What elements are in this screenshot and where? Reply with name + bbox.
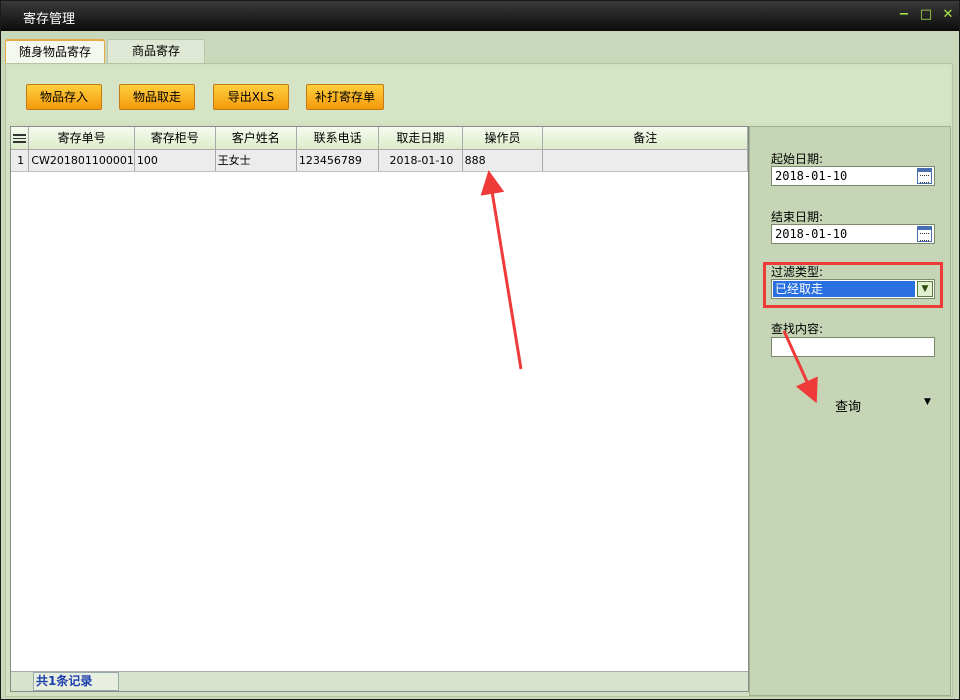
calendar-icon[interactable] — [917, 168, 932, 184]
row-selector-header[interactable] — [11, 127, 30, 150]
cell-customer-name: 王女士 — [215, 149, 297, 172]
column-header[interactable]: 备注 — [542, 127, 748, 150]
end-date-label: 结束日期: — [771, 210, 824, 224]
status-bar: 共1条记录 — [11, 671, 748, 691]
end-date-field[interactable]: 2018-01-10 — [771, 224, 935, 244]
cell-remark — [542, 149, 748, 172]
reprint-receipt-button[interactable]: 补打寄存单 — [306, 84, 384, 110]
column-header[interactable]: 联系电话 — [296, 127, 380, 150]
main-panel: 物品存入 物品取走 导出XLS 补打寄存单 寄存单号 寄存柜号 客户姓名 联系电… — [5, 63, 953, 697]
records-grid: 寄存单号 寄存柜号 客户姓名 联系电话 取走日期 操作员 备注 1 CW2018… — [10, 126, 749, 692]
start-date-field[interactable]: 2018-01-10 — [771, 166, 935, 186]
search-label: 查找内容: — [771, 322, 824, 336]
cell-retrieve-date: 2018-01-10 — [378, 149, 463, 172]
tab-bar: 随身物品寄存 商品寄存 — [5, 39, 953, 63]
cell-operator: 888 — [462, 149, 544, 172]
list-icon — [13, 133, 27, 143]
table-header-row: 寄存单号 寄存柜号 客户姓名 联系电话 取走日期 操作员 备注 — [11, 127, 748, 150]
end-date-value: 2018-01-10 — [775, 227, 848, 241]
column-header[interactable]: 寄存柜号 — [134, 127, 216, 150]
caret-down-icon: ▼ — [924, 397, 931, 407]
start-date-label: 起始日期: — [771, 152, 824, 166]
records-table: 寄存单号 寄存柜号 客户姓名 联系电话 取走日期 操作员 备注 1 CW2018… — [11, 127, 748, 172]
search-input[interactable] — [771, 337, 935, 357]
cell-receipt-no: CW201801100001 — [28, 149, 135, 172]
column-header[interactable]: 客户姓名 — [215, 127, 297, 150]
window: 寄存管理 − □ ✕ 随身物品寄存 商品寄存 物品存入 物品取走 导出XLS 补… — [0, 0, 960, 700]
table-row[interactable]: 1 CW201801100001 100 王女士 123456789 2018-… — [11, 149, 748, 172]
window-title: 寄存管理 — [23, 12, 76, 27]
minimize-icon[interactable]: − — [897, 8, 911, 22]
cell-locker-no: 100 — [134, 149, 216, 172]
calendar-icon[interactable] — [917, 226, 932, 242]
query-label: 查询 — [835, 400, 862, 415]
maximize-icon[interactable]: □ — [919, 8, 933, 22]
column-header[interactable]: 取走日期 — [378, 127, 463, 150]
query-button[interactable]: 查询 ▼ — [790, 393, 940, 417]
tab-goods[interactable]: 商品寄存 — [107, 39, 205, 63]
retrieve-item-button[interactable]: 物品取走 — [119, 84, 195, 110]
column-header[interactable]: 操作员 — [462, 127, 544, 150]
highlight-box — [763, 262, 943, 308]
row-index: 1 — [11, 149, 30, 172]
toolbar: 物品存入 物品取走 导出XLS 补打寄存单 — [8, 66, 950, 122]
title-bar: 寄存管理 − □ ✕ — [1, 1, 959, 31]
cell-phone: 123456789 — [296, 149, 380, 172]
store-item-button[interactable]: 物品存入 — [26, 84, 102, 110]
filter-panel: 起始日期: 2018-01-10 结束日期: 2018-01-10 过滤类型: … — [749, 126, 951, 696]
close-icon[interactable]: ✕ — [941, 8, 955, 22]
start-date-value: 2018-01-10 — [775, 169, 848, 183]
tab-personal-items[interactable]: 随身物品寄存 — [5, 39, 105, 63]
column-header[interactable]: 寄存单号 — [28, 127, 135, 150]
record-count: 共1条记录 — [33, 672, 119, 691]
export-xls-button[interactable]: 导出XLS — [213, 84, 289, 110]
